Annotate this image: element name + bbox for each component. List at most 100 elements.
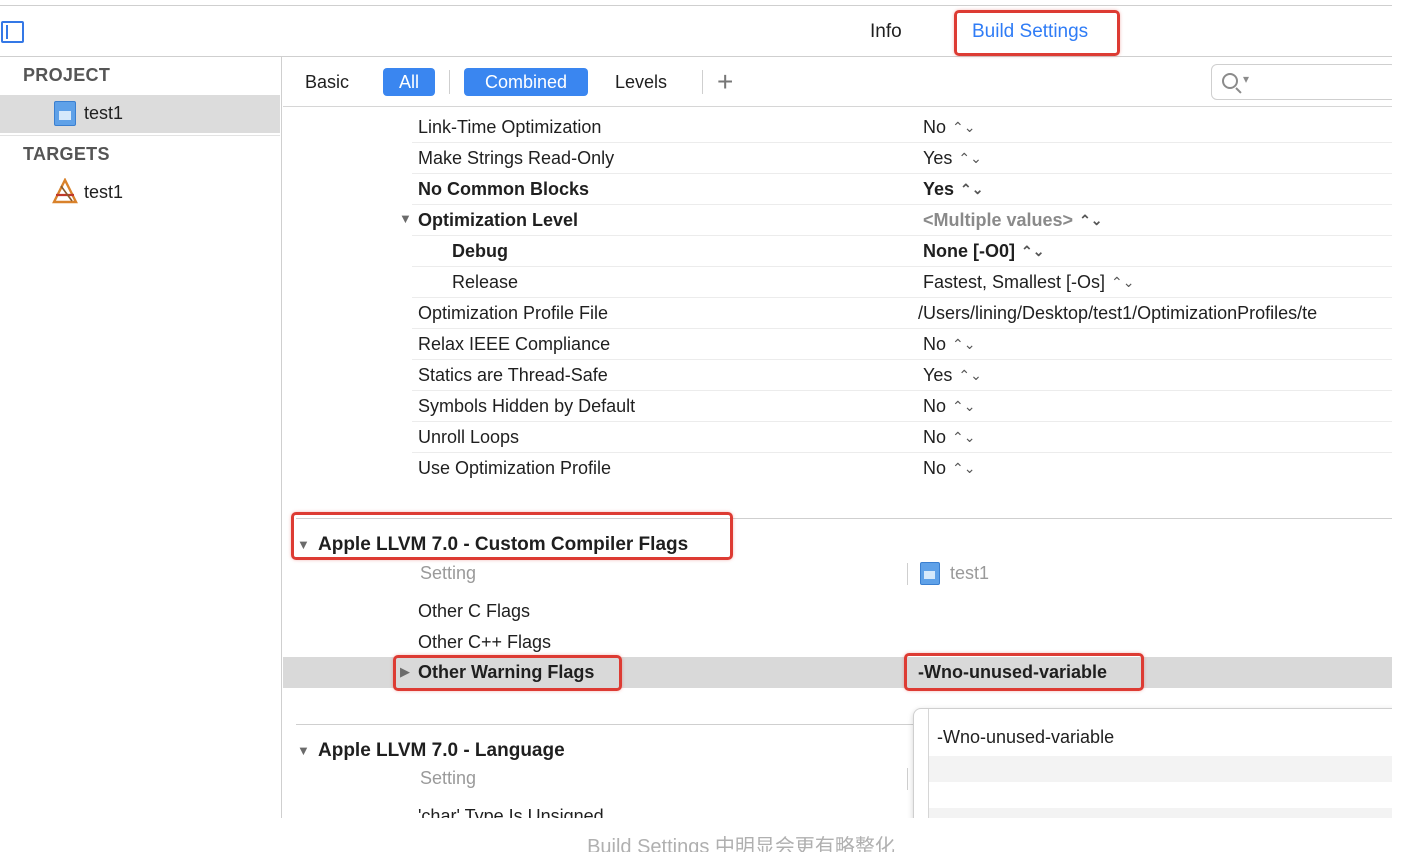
- filter-all-button[interactable]: All: [383, 68, 435, 96]
- setting-value-text[interactable]: /Users/lining/Desktop/test1/Optimization…: [918, 303, 1317, 324]
- setting-name: Unroll Loops: [418, 427, 520, 447]
- setting-value-popup[interactable]: Yes ⌃⌄: [923, 148, 982, 169]
- setting-value: Yes: [923, 148, 953, 168]
- setting-value-popup[interactable]: No ⌃⌄: [923, 458, 975, 479]
- setting-value: No: [923, 334, 947, 354]
- setting-row[interactable]: Use Optimization Profile No ⌃⌄: [283, 453, 1392, 484]
- project-file-icon: [54, 101, 76, 126]
- xcode-build-settings-window: Info Build Settings PROJECT test1 TARGET…: [0, 0, 1392, 818]
- setting-row-child[interactable]: Debug None [-O0] ⌃⌄: [283, 236, 1392, 267]
- column-header-setting: Setting: [420, 768, 477, 788]
- popup-stepper-icon: ⌃⌄: [952, 119, 976, 135]
- setting-name: 'char' Type Is Unsigned: [418, 806, 604, 818]
- setting-value-popup[interactable]: Yes ⌃⌄: [923, 179, 984, 200]
- column-separator: [907, 563, 908, 585]
- setting-name: Optimization Profile File: [418, 303, 609, 323]
- flag-entry[interactable]: -Wno-unused-variable: [937, 727, 1114, 748]
- sidebar-item-label: test1: [84, 103, 124, 123]
- app-target-icon: [52, 178, 78, 204]
- project-header: PROJECT: [23, 65, 111, 85]
- tab-info[interactable]: Info: [870, 21, 902, 43]
- setting-name: Other C Flags: [418, 601, 531, 621]
- list-stripe: [929, 756, 1392, 782]
- setting-row-selected[interactable]: ▶ Other Warning Flags -Wno-unused-variab…: [283, 657, 1392, 688]
- setting-value-text[interactable]: -Wno-unused-variable: [918, 662, 1107, 683]
- search-field[interactable]: ▾: [1211, 64, 1392, 100]
- tab-build-settings[interactable]: Build Settings: [972, 21, 1088, 43]
- setting-row[interactable]: Link-Time Optimization No ⌃⌄: [283, 112, 1392, 143]
- list-stripe: [929, 808, 1392, 818]
- setting-row[interactable]: Other C Flags: [283, 596, 1392, 627]
- popup-stepper-icon: ⌃⌄: [960, 181, 984, 197]
- view-combined-button[interactable]: Combined: [464, 68, 588, 96]
- popup-stepper-icon: ⌃⌄: [952, 336, 976, 352]
- setting-value-popup[interactable]: Yes ⌃⌄: [923, 365, 982, 386]
- disclosure-triangle-open-icon[interactable]: ▼: [297, 743, 310, 758]
- setting-row-expandable[interactable]: ▼ Optimization Level <Multiple values> ⌃⌄: [283, 205, 1392, 236]
- column-separator: [907, 768, 908, 790]
- setting-value: No: [923, 427, 947, 447]
- sidebar-toggle-icon[interactable]: [1, 21, 24, 43]
- setting-value: None [-O0]: [923, 241, 1015, 261]
- sidebar-item-target[interactable]: test1: [0, 174, 280, 212]
- setting-row[interactable]: Symbols Hidden by Default No ⌃⌄: [283, 391, 1392, 422]
- popup-stepper-icon: ⌃⌄: [958, 367, 982, 383]
- add-setting-button[interactable]: +: [717, 66, 733, 98]
- search-icon: [1222, 73, 1238, 89]
- setting-value: Yes: [923, 179, 955, 199]
- setting-name: Release: [452, 272, 519, 292]
- disclosure-triangle-closed-icon[interactable]: ▶: [400, 664, 410, 680]
- popup-stepper-icon: ⌃⌄: [1021, 243, 1045, 259]
- section-custom-compiler-flags[interactable]: ▼ Apple LLVM 7.0 - Custom Compiler Flags: [283, 518, 1392, 558]
- setting-value: No: [923, 396, 947, 416]
- setting-value-popup[interactable]: No ⌃⌄: [923, 334, 975, 355]
- setting-row[interactable]: No Common Blocks Yes ⌃⌄: [283, 174, 1392, 205]
- section-title: Apple LLVM 7.0 - Custom Compiler Flags: [318, 534, 689, 555]
- setting-value-popup[interactable]: None [-O0] ⌃⌄: [923, 241, 1044, 262]
- disclosure-triangle-open-icon[interactable]: ▼: [399, 211, 412, 226]
- section-divider: [296, 518, 1392, 519]
- column-header-target: test1: [950, 563, 990, 583]
- setting-value-popup[interactable]: Fastest, Smallest [-Os] ⌃⌄: [923, 272, 1135, 293]
- sidebar-item-label: test1: [84, 182, 124, 202]
- build-settings-list: Link-Time Optimization No ⌃⌄ Make Strings…: [283, 108, 1392, 818]
- setting-name: Relax IEEE Compliance: [418, 334, 611, 354]
- sidebar-divider: [0, 135, 280, 136]
- filter-separator: [702, 70, 703, 94]
- setting-name: Make Strings Read-Only: [418, 148, 615, 168]
- popup-stepper-icon: ⌃⌄: [1079, 212, 1103, 228]
- popup-stepper-icon: ⌃⌄: [952, 429, 976, 445]
- project-navigator-sidebar: PROJECT test1 TARGETS test1: [0, 57, 282, 818]
- flags-edit-popover[interactable]: -Wno-unused-variable: [913, 708, 1392, 818]
- setting-row[interactable]: Make Strings Read-Only Yes ⌃⌄: [283, 143, 1392, 174]
- setting-value: Fastest, Smallest [-Os]: [923, 272, 1106, 292]
- setting-row[interactable]: Statics are Thread-Safe Yes ⌃⌄: [283, 360, 1392, 391]
- setting-row[interactable]: Relax IEEE Compliance No ⌃⌄: [283, 329, 1392, 360]
- setting-row[interactable]: Other C++ Flags: [283, 627, 1392, 658]
- filter-basic-button[interactable]: Basic: [305, 72, 349, 93]
- setting-name: Statics are Thread-Safe: [418, 365, 608, 385]
- setting-name: Use Optimization Profile: [418, 458, 612, 478]
- popup-stepper-icon: ⌃⌄: [952, 398, 976, 414]
- disclosure-triangle-open-icon[interactable]: ▼: [297, 537, 310, 552]
- setting-value: Yes: [923, 365, 953, 385]
- setting-value-popup[interactable]: No ⌃⌄: [923, 117, 975, 138]
- setting-value-popup[interactable]: No ⌃⌄: [923, 427, 975, 448]
- setting-row-child[interactable]: Release Fastest, Smallest [-Os] ⌃⌄: [283, 267, 1392, 298]
- setting-row[interactable]: Unroll Loops No ⌃⌄: [283, 422, 1392, 453]
- setting-name: Optimization Level: [418, 210, 579, 230]
- editor-tab-bar: Info Build Settings: [0, 6, 1392, 57]
- sidebar-item-project[interactable]: test1: [0, 95, 280, 133]
- filter-separator: [449, 70, 450, 94]
- setting-name: No Common Blocks: [418, 179, 590, 199]
- chevron-down-icon: ▾: [1243, 72, 1250, 86]
- setting-row[interactable]: Optimization Profile File /Users/lining/…: [283, 298, 1392, 329]
- section-title: Apple LLVM 7.0 - Language: [318, 740, 565, 761]
- setting-name: Debug: [452, 241, 508, 261]
- column-header-setting: Setting: [420, 563, 477, 583]
- view-levels-button[interactable]: Levels: [615, 72, 667, 93]
- setting-value-popup[interactable]: <Multiple values> ⌃⌄: [923, 210, 1103, 231]
- setting-name: Symbols Hidden by Default: [418, 396, 636, 416]
- setting-value-popup[interactable]: No ⌃⌄: [923, 396, 975, 417]
- setting-name: Link-Time Optimization: [418, 117, 602, 137]
